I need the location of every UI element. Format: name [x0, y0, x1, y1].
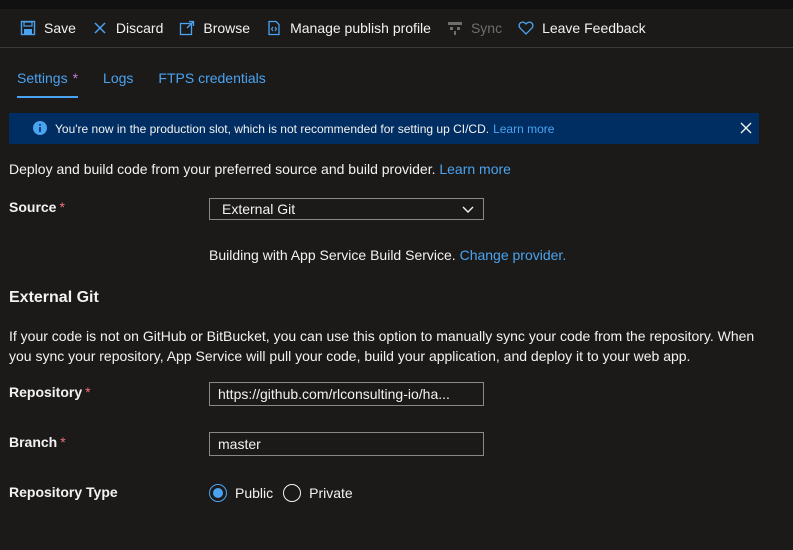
source-label: Source * — [9, 199, 65, 215]
discard-label: Discard — [115, 20, 164, 36]
change-provider-link[interactable]: Change provider. — [460, 247, 567, 263]
radio-private[interactable]: Private — [283, 484, 353, 502]
branch-input[interactable] — [209, 432, 484, 456]
branch-label-text: Branch — [9, 434, 58, 450]
info-icon — [33, 121, 47, 135]
repository-type-radio-group: Public Private — [209, 484, 363, 502]
banner-learn-more-link[interactable]: Learn more — [493, 122, 554, 136]
save-label: Save — [44, 20, 76, 36]
toolbar-divider — [0, 47, 793, 48]
build-provider-text: Building with App Service Build Service. — [209, 247, 456, 263]
tab-logs-label: Logs — [103, 70, 134, 86]
leave-feedback-button[interactable]: Leave Feedback — [518, 9, 646, 47]
info-banner: You're now in the production slot, which… — [9, 113, 759, 144]
description: Deploy and build code from your preferre… — [9, 161, 511, 177]
save-button[interactable]: Save — [20, 9, 76, 47]
feedback-label: Leave Feedback — [542, 20, 646, 36]
tab-settings[interactable]: Settings * — [17, 58, 79, 98]
source-label-text: Source — [9, 199, 57, 215]
radio-private-indicator — [283, 484, 302, 502]
external-git-heading: External Git — [9, 289, 99, 306]
tab-logs[interactable]: Logs — [103, 58, 133, 98]
chevron-down-icon — [461, 202, 475, 216]
tab-ftps-label: FTPS credentials — [158, 70, 266, 86]
required-marker: * — [85, 384, 91, 400]
command-bar: Save Discard Browse Manage publish profi… — [0, 9, 793, 47]
description-text: Deploy and build code from your preferre… — [9, 161, 436, 177]
repository-label-text: Repository — [9, 384, 83, 400]
discard-button[interactable]: Discard — [92, 9, 163, 47]
tab-ftps-credentials[interactable]: FTPS credentials — [158, 58, 265, 98]
sync-icon — [447, 20, 463, 36]
banner-message: You're now in the production slot, which… — [55, 121, 490, 136]
tab-bar: Settings * Logs FTPS credentials — [17, 58, 291, 98]
code-file-icon — [266, 20, 282, 36]
manage-publish-profile-button[interactable]: Manage publish profile — [266, 9, 431, 47]
source-dropdown-value: External Git — [222, 201, 296, 217]
manage-label: Manage publish profile — [290, 20, 431, 36]
radio-public-indicator — [209, 484, 227, 502]
top-strip — [0, 0, 793, 9]
required-marker: * — [59, 199, 65, 215]
unsaved-marker: * — [72, 70, 79, 86]
required-marker: * — [60, 434, 66, 450]
description-learn-more-link[interactable]: Learn more — [439, 161, 511, 177]
radio-private-label: Private — [309, 485, 353, 501]
external-link-icon — [179, 20, 195, 36]
close-icon — [92, 20, 108, 36]
build-provider-line: Building with App Service Build Service.… — [209, 247, 566, 263]
source-dropdown[interactable]: External Git — [209, 198, 484, 220]
sync-button[interactable]: Sync — [447, 9, 502, 47]
repository-input[interactable] — [209, 382, 484, 406]
repository-label: Repository * — [9, 384, 91, 400]
save-icon — [20, 20, 36, 36]
heart-icon — [518, 20, 534, 36]
external-git-description: If your code is not on GitHub or BitBuck… — [9, 328, 755, 364]
radio-public[interactable]: Public — [209, 484, 273, 502]
tab-settings-label: Settings — [17, 70, 68, 86]
close-icon[interactable] — [739, 121, 753, 135]
repository-type-label: Repository Type — [9, 484, 118, 500]
radio-public-label: Public — [235, 485, 274, 501]
browse-label: Browse — [203, 20, 251, 36]
sync-label: Sync — [470, 20, 503, 36]
branch-label: Branch * — [9, 434, 66, 450]
browse-button[interactable]: Browse — [179, 9, 250, 47]
